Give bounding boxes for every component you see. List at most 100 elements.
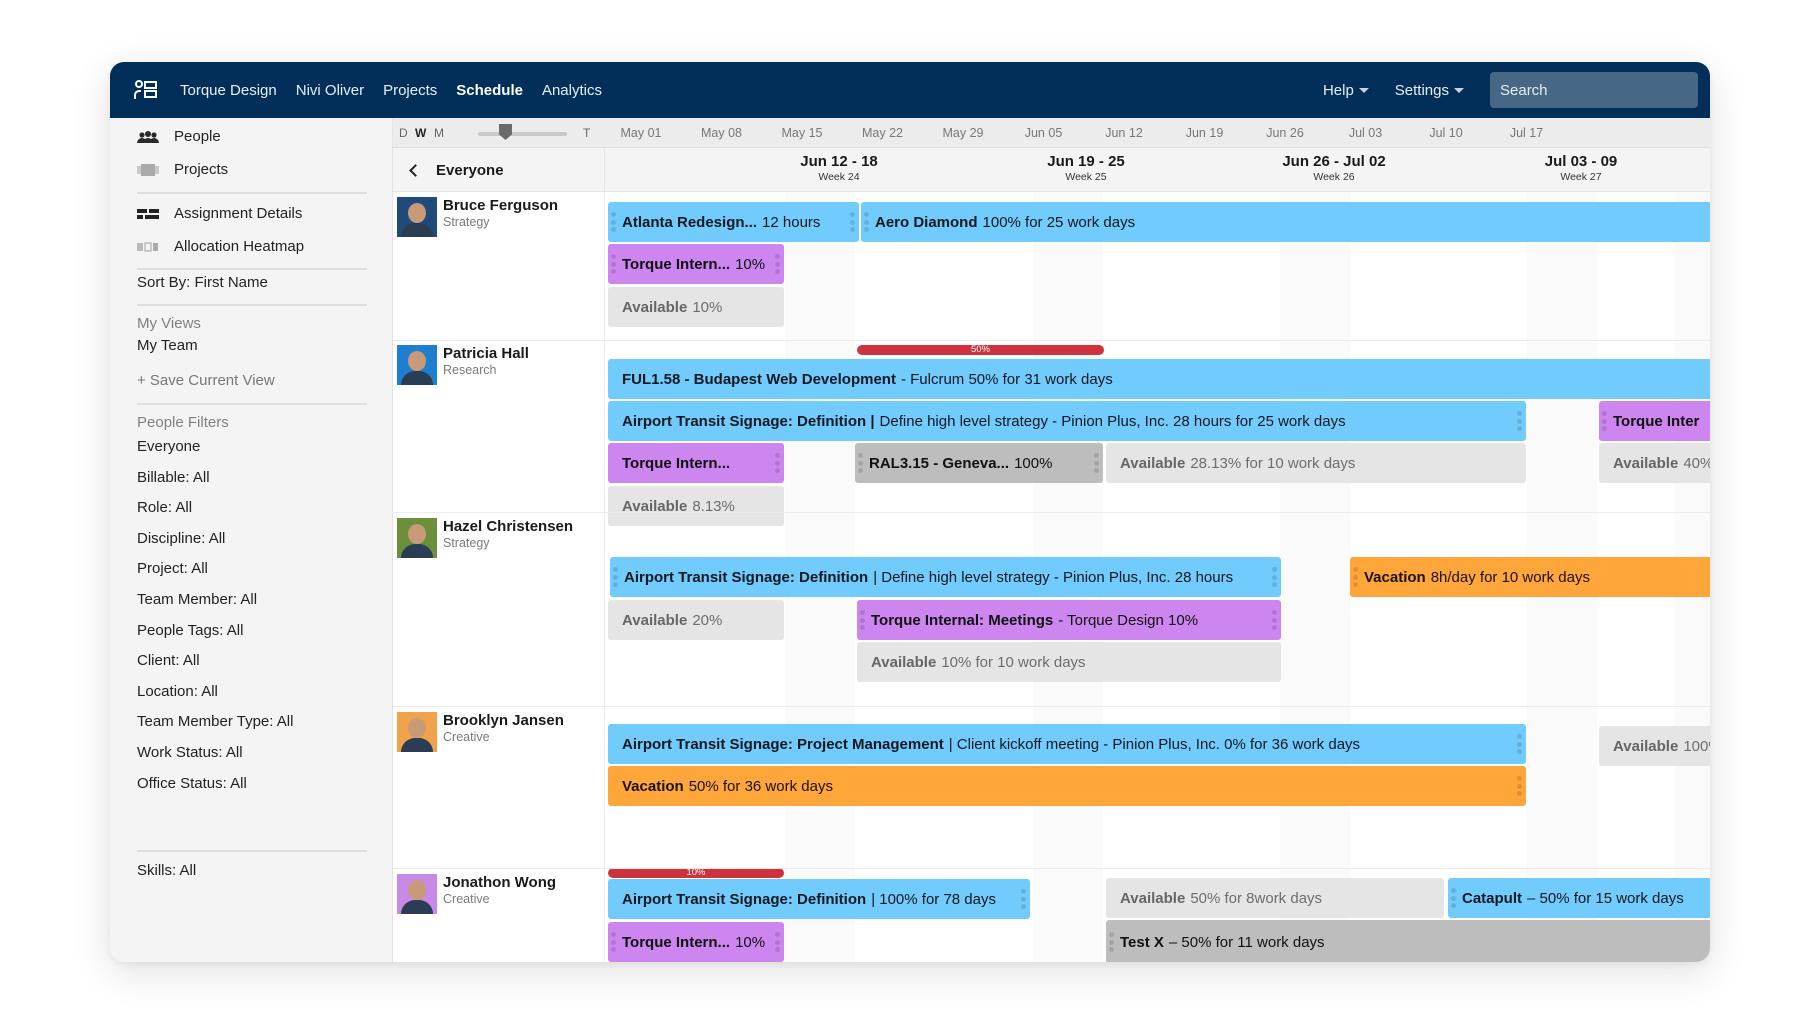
drag-handle-icon[interactable] [1109, 932, 1114, 952]
drag-handle-icon[interactable] [775, 932, 780, 952]
drag-handle-icon[interactable] [1272, 610, 1277, 630]
assignment-bar[interactable]: Test X – 50% for 11 work days [1106, 920, 1710, 962]
sidebar-item-people[interactable]: People [137, 128, 221, 145]
filter-skills[interactable]: Skills: All [137, 862, 196, 879]
nav-link-projects[interactable]: Projects [383, 82, 437, 99]
zoom-week-button[interactable]: W [415, 126, 426, 140]
drag-handle-icon[interactable] [1021, 889, 1026, 909]
person-name[interactable]: Jonathon Wong [443, 874, 556, 891]
assignment-bar[interactable]: Torque Internal: Meetings - Torque Design… [857, 600, 1281, 640]
save-current-view-button[interactable]: + Save Current View [137, 372, 275, 389]
drag-handle-icon[interactable] [864, 212, 869, 232]
filter-item[interactable]: Team Member: All [137, 591, 257, 608]
drag-handle-icon[interactable] [613, 567, 618, 587]
drag-handle-icon[interactable] [860, 610, 865, 630]
drag-handle-icon[interactable] [611, 212, 616, 232]
search-input[interactable] [1490, 72, 1698, 108]
assignment-bar[interactable]: Aero Diamond 100% for 25 work days [861, 202, 1710, 242]
assignment-bar[interactable]: Airport Transit Signage: Definition | Def… [608, 401, 1526, 441]
overallocation-indicator[interactable]: 50% [857, 345, 1104, 355]
nav-link-analytics[interactable]: Analytics [542, 82, 602, 99]
filter-item[interactable]: Billable: All [137, 469, 210, 486]
avatar[interactable] [397, 518, 437, 558]
filter-item[interactable]: Team Member Type: All [137, 713, 293, 730]
zoom-today-button[interactable]: T [583, 126, 590, 140]
sidebar-item-allocation-heatmap[interactable]: Allocation Heatmap [137, 238, 304, 255]
sidebar-item-projects[interactable]: Projects [137, 161, 228, 178]
availability-bar[interactable]: Available40% [1599, 443, 1710, 483]
assignment-bar[interactable]: Airport Transit Signage: Definition | Def… [610, 557, 1281, 597]
drag-handle-icon[interactable] [611, 254, 616, 274]
availability-bar[interactable]: Available 50% for 8work days [1106, 878, 1444, 918]
drag-handle-icon[interactable] [1517, 734, 1522, 754]
person-row-header[interactable]: Hazel Christensen Strategy [397, 518, 605, 568]
drag-handle-icon[interactable] [1517, 776, 1522, 796]
person-name[interactable]: Patricia Hall [443, 345, 529, 362]
nav-link-schedule[interactable]: Schedule [456, 82, 523, 99]
assignment-bar[interactable]: FUL1.58 - Budapest Web Development - Fulc… [608, 359, 1710, 399]
person-name[interactable]: Bruce Ferguson [443, 197, 558, 214]
view-my-team[interactable]: My Team [137, 337, 198, 354]
person-name[interactable]: Hazel Christensen [443, 518, 573, 535]
drag-handle-icon[interactable] [1602, 411, 1607, 431]
availability-bar[interactable]: Available 20% [608, 600, 784, 640]
filter-item[interactable]: Client: All [137, 652, 200, 669]
filter-item[interactable]: People Tags: All [137, 622, 243, 639]
avatar[interactable] [397, 712, 437, 752]
zoom-slider-track[interactable] [478, 132, 567, 136]
zoom-day-button[interactable]: D [399, 126, 408, 140]
group-back-button[interactable]: Everyone [393, 148, 605, 192]
overallocation-indicator[interactable]: 10% [608, 868, 784, 878]
person-row-header[interactable]: Patricia Hall Research [397, 345, 605, 395]
person-name[interactable]: Brooklyn Jansen [443, 712, 564, 729]
avatar[interactable] [397, 874, 437, 914]
help-dropdown[interactable]: Help [1323, 82, 1369, 99]
drag-handle-icon[interactable] [775, 254, 780, 274]
filter-item[interactable]: Office Status: All [137, 775, 247, 792]
drag-handle-icon[interactable] [1517, 411, 1522, 431]
filter-item[interactable]: Location: All [137, 683, 218, 700]
settings-dropdown[interactable]: Settings [1395, 82, 1464, 99]
person-row-header[interactable]: Bruce Ferguson Strategy [397, 197, 605, 247]
availability-bar[interactable]: Available100% [1599, 726, 1710, 766]
drag-handle-icon[interactable] [1272, 567, 1277, 587]
drag-handle-icon[interactable] [775, 453, 780, 473]
time-off-bar[interactable]: Vacation 50% for 36 work days [608, 766, 1526, 806]
drag-handle-icon[interactable] [1353, 567, 1358, 587]
time-off-bar[interactable]: Vacation 8h/day for 10 work days [1350, 557, 1710, 597]
filter-item[interactable]: Discipline: All [137, 530, 225, 547]
drag-handle-icon[interactable] [1094, 453, 1099, 473]
filter-item[interactable]: Role: All [137, 499, 192, 516]
availability-bar[interactable]: Available 10% for 10 work days [857, 642, 1281, 682]
assignment-bar[interactable]: Torque Intern... [608, 443, 784, 483]
assignment-bar[interactable]: Airport Transit Signage: Project Managem… [608, 724, 1526, 764]
assignment-bar[interactable]: Airport Transit Signage: Definition | 100… [608, 879, 1030, 919]
nav-link-user[interactable]: Nivi Oliver [296, 82, 364, 99]
sort-by-control[interactable]: Sort By: First Name [137, 274, 268, 291]
zoom-slider-thumb[interactable] [499, 124, 512, 140]
drag-handle-icon[interactable] [611, 932, 616, 952]
filter-item[interactable]: Everyone [137, 438, 200, 455]
availability-bar[interactable]: Available 28.13% for 10 work days [1106, 443, 1526, 483]
app-logo-icon[interactable] [134, 79, 158, 101]
availability-bar[interactable]: Available 8.13% [608, 486, 784, 526]
drag-handle-icon[interactable] [850, 212, 855, 232]
nav-link-company[interactable]: Torque Design [180, 82, 277, 99]
zoom-month-button[interactable]: M [434, 126, 444, 140]
avatar[interactable] [397, 345, 437, 385]
assignment-bar[interactable]: RAL3.15 - Geneva... 100% [855, 443, 1103, 483]
sidebar-item-assignment-details[interactable]: Assignment Details [137, 205, 302, 222]
assignment-bar[interactable]: Catapult – 50% for 15 work days [1448, 878, 1710, 918]
filter-item[interactable]: Work Status: All [137, 744, 243, 761]
filter-item[interactable]: Project: All [137, 560, 208, 577]
assignment-bar[interactable]: Atlanta Redesign... 12 hours [608, 202, 859, 242]
assignment-bar[interactable]: Torque Intern... 10% [608, 922, 784, 962]
assignment-bar[interactable]: Torque Intern... 10% [608, 244, 784, 284]
drag-handle-icon[interactable] [1451, 888, 1456, 908]
assignment-bar[interactable]: Torque Inter [1599, 401, 1710, 441]
availability-bar[interactable]: Available 10% [608, 287, 784, 327]
avatar[interactable] [397, 197, 437, 237]
person-row-header[interactable]: Brooklyn Jansen Creative [397, 712, 605, 762]
person-row-header[interactable]: Jonathon Wong Creative [397, 874, 605, 924]
drag-handle-icon[interactable] [858, 453, 863, 473]
